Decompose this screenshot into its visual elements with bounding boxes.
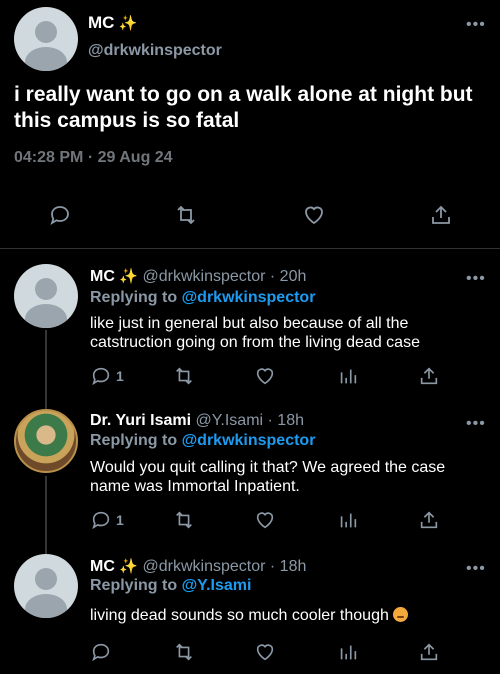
replying-to: Replying to @drkwkinspector (90, 432, 315, 450)
retweet-icon (176, 367, 192, 385)
retweet-button[interactable] (174, 203, 198, 227)
reply-count: 1 (116, 368, 124, 384)
heart-icon (256, 644, 274, 661)
reply-time[interactable]: · 18h (268, 412, 304, 429)
analytics-icon (340, 513, 357, 528)
replying-prefix: Replying to (90, 577, 182, 594)
retweet-icon (177, 205, 195, 225)
retweet-button[interactable] (173, 509, 195, 531)
more-icon[interactable]: ••• (466, 560, 486, 578)
analytics-icon (340, 645, 357, 660)
replying-to-link[interactable]: @drkwkinspector (182, 432, 316, 449)
like-button[interactable] (254, 509, 276, 531)
share-button[interactable] (418, 365, 440, 387)
author-name[interactable]: Dr. Yuri Isami (90, 412, 191, 429)
views-button[interactable] (337, 509, 359, 531)
like-button[interactable] (254, 365, 276, 387)
share-button[interactable] (418, 641, 440, 663)
reply-icon (92, 367, 110, 386)
replying-to: Replying to @drkwkinspector (90, 289, 315, 307)
share-button[interactable] (418, 509, 440, 531)
replying-to-link[interactable]: @drkwkinspector (182, 289, 316, 306)
views-button[interactable] (337, 365, 359, 387)
retweet-icon (176, 643, 192, 661)
share-icon (420, 367, 438, 385)
retweet-button[interactable] (173, 641, 195, 663)
reply-button[interactable]: 1 (90, 509, 124, 531)
reply-tweet: MC ✨ @drkwkinspector · 20h ••• Replying … (0, 262, 500, 392)
main-tweet: MC ✨ @drkwkinspector ••• i really want t… (0, 0, 500, 248)
reply-text: living dead sounds so much cooler though (90, 607, 389, 624)
pensive-face-emoji (393, 607, 409, 622)
author-name[interactable]: MC (90, 268, 115, 285)
author-name[interactable]: MC (90, 558, 115, 575)
share-icon (420, 511, 438, 529)
like-button[interactable] (254, 641, 276, 663)
tweet-text: i really want to go on a walk alone at n… (14, 83, 473, 132)
avatar[interactable] (14, 409, 78, 473)
sparkles-icon: ✨ (119, 268, 139, 285)
heart-icon (256, 512, 274, 529)
author-handle[interactable]: @drkwkinspector (88, 42, 222, 60)
tweet-timestamp[interactable]: 04:28 PM · 29 Aug 24 (14, 149, 173, 167)
share-icon (432, 205, 450, 224)
author-handle[interactable]: @Y.Isami (196, 412, 264, 429)
reply-time[interactable]: · 20h (270, 268, 306, 285)
reply-icon (50, 206, 69, 225)
reply-text: Would you quit calling it that? We agree… (90, 459, 446, 495)
more-icon[interactable]: ••• (466, 16, 486, 34)
reply-time[interactable]: · 18h (270, 558, 306, 575)
like-button[interactable] (302, 203, 326, 227)
reply-icon (92, 511, 110, 530)
author-handle[interactable]: @drkwkinspector (142, 268, 265, 285)
replying-prefix: Replying to (90, 432, 182, 449)
retweet-button[interactable] (173, 365, 195, 387)
author-name-row: MC ✨ (88, 13, 138, 33)
reply-tweet: Dr. Yuri Isami @Y.Isami · 18h ••• Replyi… (0, 407, 500, 537)
reply-meta: MC ✨ @drkwkinspector · 18h (90, 557, 306, 576)
divider (0, 248, 500, 249)
sparkles-icon: ✨ (119, 558, 139, 575)
more-icon[interactable]: ••• (466, 415, 486, 433)
avatar[interactable] (14, 7, 78, 71)
reply-tweet: MC ✨ @drkwkinspector · 18h ••• Replying … (0, 552, 500, 674)
analytics-icon (340, 369, 357, 384)
avatar[interactable] (14, 554, 78, 618)
share-icon (420, 643, 438, 661)
retweet-icon (176, 511, 192, 529)
sparkles-icon: ✨ (118, 15, 138, 32)
author-name[interactable]: MC (88, 13, 114, 32)
reply-meta: Dr. Yuri Isami @Y.Isami · 18h (90, 412, 304, 430)
replying-to: Replying to @Y.Isami (90, 577, 251, 595)
reply-text-row: living dead sounds so much cooler though (90, 606, 485, 625)
reply-button[interactable] (48, 203, 72, 227)
more-icon[interactable]: ••• (466, 270, 486, 288)
reply-button[interactable]: 1 (90, 365, 124, 387)
reply-icon (92, 643, 110, 662)
reply-button[interactable] (90, 641, 112, 663)
share-button[interactable] (429, 203, 453, 227)
reply-text: like just in general but also because of… (90, 315, 420, 351)
author-handle[interactable]: @drkwkinspector (142, 558, 265, 575)
reply-count: 1 (116, 512, 124, 528)
avatar[interactable] (14, 264, 78, 328)
reply-meta: MC ✨ @drkwkinspector · 20h (90, 267, 306, 286)
views-button[interactable] (337, 641, 359, 663)
heart-icon (305, 206, 323, 225)
replying-prefix: Replying to (90, 289, 182, 306)
replying-to-link[interactable]: @Y.Isami (182, 577, 252, 594)
heart-icon (256, 368, 274, 385)
